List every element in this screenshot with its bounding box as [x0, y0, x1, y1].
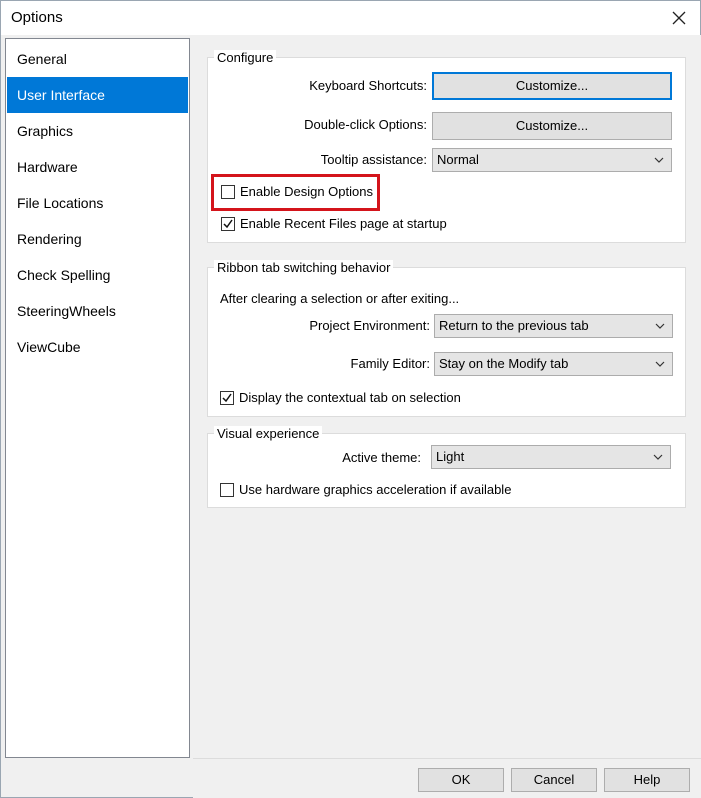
user-interface-panel: Configure Keyboard Shortcuts: Customize.…: [193, 35, 701, 760]
dialog-footer: OK Cancel Help: [193, 758, 701, 798]
options-dialog: Options General User Interface Graphics …: [0, 0, 701, 798]
active-theme-dropdown[interactable]: Light: [431, 445, 671, 469]
hardware-acceleration-row[interactable]: Use hardware graphics acceleration if av…: [220, 482, 511, 497]
chevron-down-icon: [653, 154, 665, 169]
nav-item-graphics[interactable]: Graphics: [7, 113, 188, 149]
family-editor-dropdown[interactable]: Stay on the Modify tab: [434, 352, 673, 376]
tooltip-assistance-dropdown[interactable]: Normal: [432, 148, 672, 172]
family-editor-value: Stay on the Modify tab: [439, 356, 569, 371]
configure-group-title: Configure: [214, 50, 277, 65]
display-contextual-tab-checkbox[interactable]: [220, 390, 234, 405]
tooltip-assistance-label: Tooltip assistance:: [320, 152, 427, 167]
title-bar: Options: [1, 1, 700, 35]
enable-recent-files-label: Enable Recent Files page at startup: [240, 216, 447, 231]
enable-recent-files-checkbox[interactable]: [221, 216, 235, 231]
hardware-acceleration-checkbox[interactable]: [220, 482, 234, 497]
keyboard-shortcuts-label: Keyboard Shortcuts:: [309, 78, 427, 93]
configure-group: Configure Keyboard Shortcuts: Customize.…: [207, 50, 686, 243]
close-icon: [672, 11, 686, 25]
project-environment-value: Return to the previous tab: [439, 318, 589, 333]
enable-design-options-row[interactable]: Enable Design Options: [221, 184, 373, 199]
hardware-acceleration-label: Use hardware graphics acceleration if av…: [239, 482, 512, 497]
ribbon-subtitle: After clearing a selection or after exit…: [220, 291, 460, 306]
nav-item-hardware[interactable]: Hardware: [7, 149, 188, 185]
nav-item-check-spelling[interactable]: Check Spelling: [7, 257, 188, 293]
nav-item-user-interface[interactable]: User Interface: [7, 77, 188, 113]
chevron-down-icon: [652, 451, 664, 466]
enable-design-options-label: Enable Design Options: [240, 184, 373, 199]
double-click-options-label: Double-click Options:: [304, 117, 427, 132]
chevron-down-icon: [654, 320, 666, 335]
enable-design-options-checkbox[interactable]: [221, 184, 235, 199]
window-title: Options: [11, 9, 63, 26]
cancel-button[interactable]: Cancel: [511, 768, 597, 792]
enable-recent-files-row[interactable]: Enable Recent Files page at startup: [221, 216, 447, 231]
nav-item-steeringwheels[interactable]: SteeringWheels: [7, 293, 188, 329]
visual-experience-group-title: Visual experience: [214, 426, 323, 441]
double-click-customize-button[interactable]: Customize...: [432, 112, 672, 140]
project-environment-label: Project Environment:: [309, 318, 430, 333]
display-contextual-tab-row[interactable]: Display the contextual tab on selection: [220, 390, 461, 405]
visual-experience-group: Visual experience Active theme: Light Us…: [207, 426, 686, 508]
family-editor-label: Family Editor:: [350, 356, 430, 371]
nav-item-rendering[interactable]: Rendering: [7, 221, 188, 257]
help-button[interactable]: Help: [604, 768, 690, 792]
ribbon-tab-group: Ribbon tab switching behavior After clea…: [207, 260, 686, 417]
display-contextual-tab-label: Display the contextual tab on selection: [239, 390, 461, 405]
keyboard-shortcuts-customize-button[interactable]: Customize...: [432, 72, 672, 100]
close-button[interactable]: [664, 5, 694, 31]
nav-item-viewcube[interactable]: ViewCube: [7, 329, 188, 365]
project-environment-dropdown[interactable]: Return to the previous tab: [434, 314, 673, 338]
checkmark-icon: [223, 219, 233, 228]
ok-button[interactable]: OK: [418, 768, 504, 792]
checkmark-icon: [222, 393, 232, 402]
active-theme-label: Active theme:: [342, 450, 421, 465]
options-nav-list: General User Interface Graphics Hardware…: [5, 38, 190, 758]
nav-item-general[interactable]: General: [7, 41, 188, 77]
ribbon-tab-group-title: Ribbon tab switching behavior: [214, 260, 394, 275]
chevron-down-icon: [654, 358, 666, 373]
tooltip-assistance-value: Normal: [437, 152, 479, 167]
active-theme-value: Light: [436, 449, 465, 464]
nav-item-file-locations[interactable]: File Locations: [7, 185, 188, 221]
